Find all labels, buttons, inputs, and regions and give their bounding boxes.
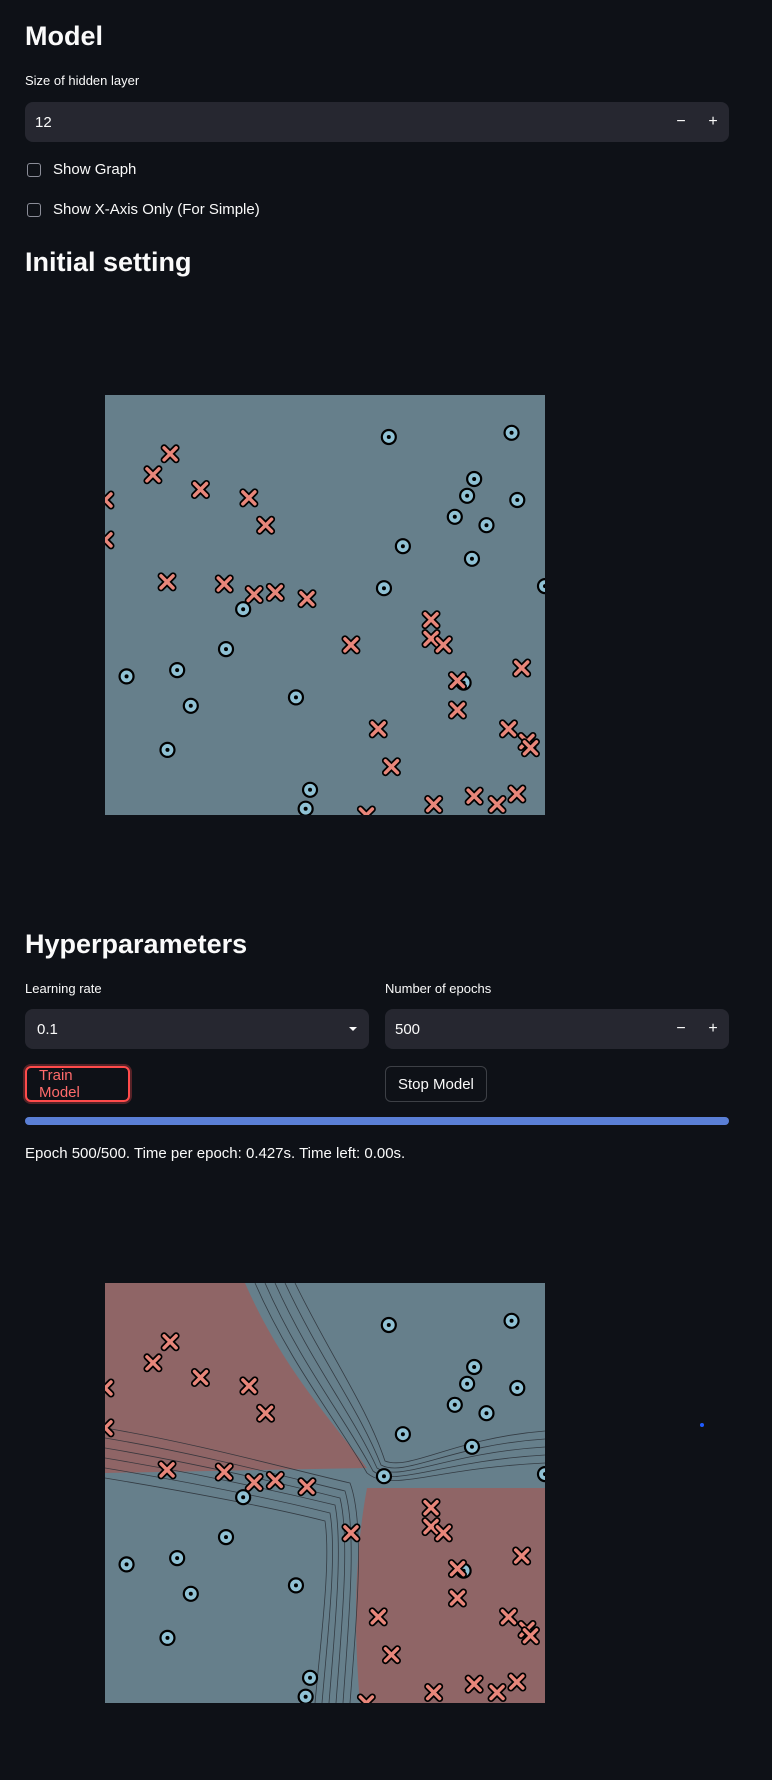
status-dot bbox=[700, 1423, 704, 1427]
train-model-button[interactable]: Train Model bbox=[25, 1066, 130, 1102]
circle-point-center bbox=[386, 435, 391, 439]
decrement-button[interactable]: − bbox=[665, 102, 697, 142]
initial-heading: Initial setting bbox=[25, 247, 192, 277]
circle-point-center bbox=[303, 1694, 308, 1699]
model-heading: Model bbox=[25, 21, 103, 51]
show-graph-checkbox[interactable]: Show Graph bbox=[27, 161, 136, 178]
trained-decision-plot bbox=[105, 1283, 545, 1703]
circle-point-center bbox=[241, 1495, 246, 1500]
circle-point-center bbox=[452, 514, 457, 519]
circle-point-center bbox=[452, 1402, 457, 1407]
show-xaxis-label: Show X-Axis Only (For Simple) bbox=[53, 201, 260, 218]
circle-point-center bbox=[515, 498, 520, 502]
circle-point-center bbox=[241, 607, 246, 612]
decrement-button[interactable]: − bbox=[665, 1009, 697, 1049]
circle-point-center bbox=[224, 1535, 228, 1540]
chevron-down-icon bbox=[349, 1027, 357, 1031]
circle-point-center bbox=[165, 1635, 170, 1640]
circle-point-center bbox=[400, 1432, 405, 1437]
circle-point-center bbox=[509, 1318, 514, 1323]
circle-point-center bbox=[472, 477, 477, 481]
checkbox-box[interactable] bbox=[27, 202, 41, 217]
circle-point-center bbox=[515, 1386, 520, 1390]
stop-model-button[interactable]: Stop Model bbox=[385, 1066, 487, 1102]
learning-rate-label: Learning rate bbox=[25, 981, 102, 996]
circle-point-center bbox=[303, 806, 308, 811]
circle-point-center bbox=[124, 1562, 129, 1567]
checkbox-box[interactable] bbox=[27, 162, 41, 177]
circle-point-center bbox=[124, 674, 129, 679]
circle-point-center bbox=[293, 695, 298, 700]
hidden-size-label: Size of hidden layer bbox=[25, 73, 140, 88]
circle-point-center bbox=[175, 668, 180, 673]
epoch-status: Epoch 500/500. Time per epoch: 0.427s. T… bbox=[25, 1145, 406, 1162]
progress-fill bbox=[25, 1117, 729, 1125]
increment-button[interactable]: + bbox=[697, 102, 729, 142]
circle-point-center bbox=[465, 1381, 470, 1386]
circle-point-center bbox=[386, 1323, 391, 1327]
circle-point-center bbox=[224, 647, 228, 652]
circle-point-center bbox=[308, 787, 313, 792]
learning-rate-select[interactable]: 0.1 bbox=[25, 1009, 369, 1049]
show-xaxis-checkbox[interactable]: Show X-Axis Only (For Simple) bbox=[27, 201, 260, 218]
circle-point-center bbox=[188, 703, 193, 708]
progress-bar bbox=[25, 1117, 729, 1125]
circle-point-center bbox=[293, 1583, 298, 1588]
hidden-size-stepper: 12 − + bbox=[25, 102, 729, 142]
epochs-label: Number of epochs bbox=[385, 981, 492, 996]
hyperparameters-heading: Hyperparameters bbox=[25, 929, 248, 959]
epochs-stepper: 500 − + bbox=[385, 1009, 729, 1049]
circle-point-center bbox=[175, 1556, 180, 1561]
circle-point-center bbox=[469, 1444, 474, 1449]
circle-point-center bbox=[509, 430, 514, 435]
circle-point-center bbox=[465, 493, 470, 498]
circle-point-center bbox=[469, 556, 474, 561]
circle-point-center bbox=[308, 1675, 313, 1680]
circle-point-center bbox=[484, 523, 489, 528]
show-graph-label: Show Graph bbox=[53, 161, 137, 178]
circle-point-center bbox=[165, 747, 170, 752]
circle-point-center bbox=[188, 1591, 193, 1596]
increment-button[interactable]: + bbox=[697, 1009, 729, 1049]
circle-point-center bbox=[400, 544, 405, 549]
circle-point-center bbox=[484, 1411, 489, 1416]
circle-point-center bbox=[472, 1365, 477, 1369]
circle-point-center bbox=[381, 586, 386, 591]
epochs-input[interactable]: 500 bbox=[395, 1021, 665, 1038]
initial-decision-plot bbox=[105, 395, 545, 815]
learning-rate-value: 0.1 bbox=[37, 1020, 58, 1038]
hidden-size-input[interactable]: 12 bbox=[35, 114, 665, 131]
circle-point-center bbox=[381, 1474, 386, 1479]
